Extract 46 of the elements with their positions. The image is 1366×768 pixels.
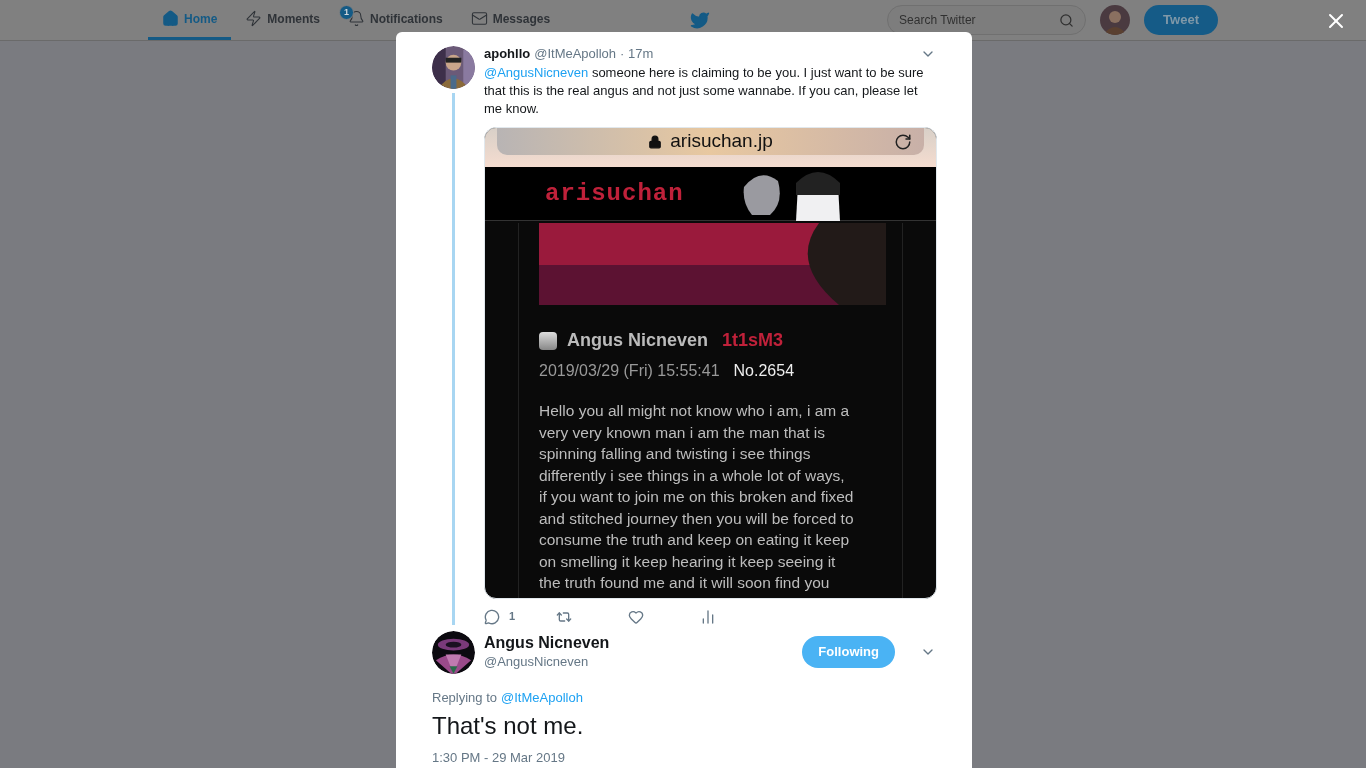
post-text-line: the truth found me and it will soon find you: [539, 573, 831, 593]
author-handle: @AngusNicneven: [484, 653, 590, 671]
reload-icon: [894, 132, 912, 151]
reply-action-button[interactable]: 1: [484, 608, 556, 625]
author-name[interactable]: apohllo: [484, 47, 531, 61]
post-text-line: differently i see things in a whole lot of ways,: [539, 465, 846, 486]
bar-chart-icon: [700, 608, 716, 625]
nav-tab[interactable]: Messages: [456, 0, 565, 40]
author-handle: @ItMeApolloh: [534, 47, 617, 61]
search-input[interactable]: Search Twitter: [899, 11, 1060, 29]
poster-name: Angus Nicneven: [567, 329, 709, 352]
author-name[interactable]: Angus Nicneven: [484, 633, 610, 653]
bell-icon: [348, 10, 365, 27]
tweet-timestamp[interactable]: 1:30 PM - 29 Mar 2019: [432, 747, 936, 767]
nav-tab[interactable]: Moments: [231, 0, 334, 40]
lock-icon: [648, 134, 663, 149]
notification-badge: 1: [339, 5, 354, 20]
heart-icon: [628, 608, 644, 625]
house-icon: [162, 10, 179, 27]
mention-link[interactable]: @ItMeApolloh: [501, 689, 583, 706]
tripcode: 1t1sM3: [722, 329, 784, 352]
checkbox[interactable]: [539, 331, 557, 350]
reply-icon: [484, 608, 500, 625]
post-text-line: spinning falling and twisting i see things: [539, 444, 812, 464]
tweet-time[interactable]: · 17m: [620, 47, 654, 61]
post-date: 2019/03/29 (Fri) 15:55:41: [539, 361, 720, 381]
site-logo-text: arisuchan: [545, 178, 684, 209]
envelope-icon: [470, 10, 488, 27]
post-text-line: and stitched journey then you will be forced to: [539, 508, 855, 529]
search-icon: [1059, 12, 1075, 28]
bird-logo-icon: [690, 10, 711, 30]
post-number[interactable]: No.2654: [733, 359, 795, 383]
tweet-text: @AngusNicneven someone here is claiming to be you. I just want to be sure that this is the real angus and not just some wannabe. If you can, please let me know.: [484, 64, 925, 118]
reply-text: That's not me.: [432, 710, 585, 741]
post-text-line: very very known man i am the man that is: [539, 422, 826, 443]
post-text-line: on smelling it keep hearing it keep seeing it: [539, 551, 837, 572]
post-text-line: Hello you all might not know who i am, i am a: [539, 401, 851, 421]
url-text: arisuchan.jp: [670, 129, 773, 154]
following-button[interactable]: Following: [802, 636, 895, 668]
lightning-icon: [245, 10, 263, 27]
replying-label: Replying to: [432, 689, 498, 706]
tweet-button[interactable]: Tweet: [1144, 5, 1218, 35]
mention-link[interactable]: @AngusNicneven: [484, 65, 589, 80]
post-text-line: consume the truth and keep on eating it keep: [539, 530, 851, 550]
post-text-line: if you want to join me on this broken and fixed: [539, 487, 855, 507]
search-field[interactable]: Search Twitter: [887, 5, 1087, 35]
